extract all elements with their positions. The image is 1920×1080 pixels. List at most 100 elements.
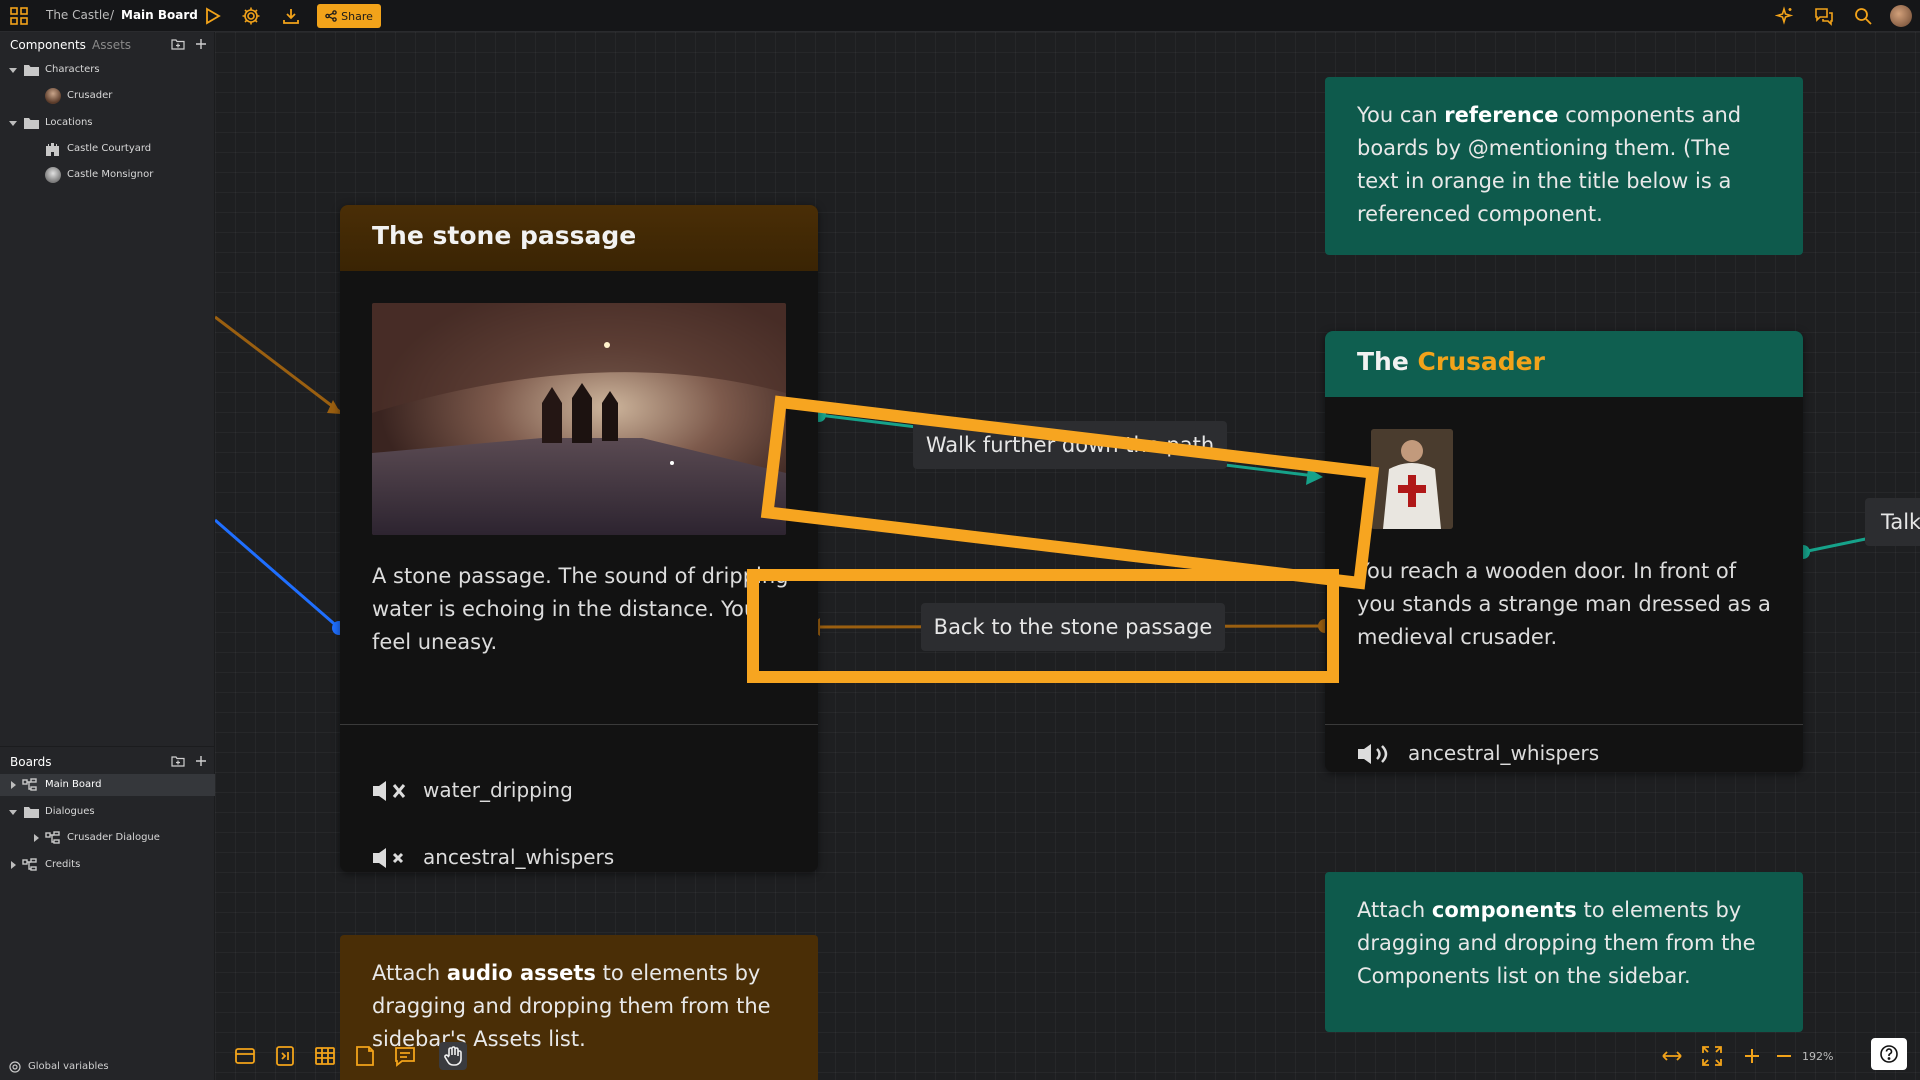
- add-comment-icon[interactable]: [393, 1044, 417, 1068]
- tab-assets[interactable]: Assets: [92, 38, 131, 52]
- sidebar-item-characters[interactable]: Characters: [0, 59, 215, 81]
- sidebar-item-label: Locations: [45, 117, 93, 128]
- sidebar-item-locations[interactable]: Locations: [0, 112, 215, 134]
- tab-components[interactable]: Components: [10, 38, 86, 52]
- card-description[interactable]: You reach a wooden door. In front of you…: [1357, 555, 1777, 654]
- breadcrumb-project[interactable]: The Castle: [46, 8, 110, 22]
- incoming-wire-orange: [215, 315, 341, 414]
- zoom-out-icon[interactable]: [1772, 1044, 1796, 1068]
- sidebar-item-label: Dialogues: [45, 806, 95, 817]
- audio-name: ancestral_whispers: [1408, 741, 1600, 765]
- sidebar-item-label: Main Board: [45, 779, 102, 790]
- chevron-right-icon[interactable]: [9, 861, 17, 869]
- help-button[interactable]: [1871, 1038, 1907, 1070]
- share-label: Share: [341, 9, 373, 23]
- audio-name: ancestral_whispers: [423, 845, 615, 869]
- chevron-down-icon[interactable]: [9, 119, 17, 127]
- sidebar: Components Assets Characters Crusader Lo…: [0, 32, 215, 1080]
- card-title[interactable]: The stone passage: [340, 205, 818, 271]
- board-canvas[interactable]: The stone passage A stone passage. The s…: [215, 32, 1920, 1080]
- note-text-bold: audio assets: [446, 961, 596, 985]
- comments-icon[interactable]: [1814, 6, 1834, 26]
- search-icon[interactable]: [1853, 6, 1873, 26]
- sidebar-item-crusader-dialogue[interactable]: Crusader Dialogue: [0, 827, 215, 849]
- global-variables-button[interactable]: Global variables: [0, 1054, 215, 1080]
- zoom-in-icon[interactable]: [1740, 1044, 1764, 1068]
- download-icon[interactable]: [281, 6, 301, 26]
- fullscreen-icon[interactable]: [1700, 1044, 1724, 1068]
- boards-title: Boards: [10, 755, 52, 769]
- variables-gear-icon: [8, 1060, 22, 1074]
- share-button[interactable]: Share: [317, 4, 381, 28]
- note-components[interactable]: Attach components to elements by draggin…: [1325, 872, 1803, 1032]
- card-title[interactable]: The Crusader: [1325, 331, 1803, 397]
- board-icon: [45, 831, 60, 845]
- new-folder-icon[interactable]: [171, 37, 185, 51]
- stone-passage-image: [372, 303, 786, 535]
- fit-width-icon[interactable]: [1660, 1044, 1684, 1068]
- crusader-portrait: [1371, 429, 1453, 529]
- sidebar-item-dialogues[interactable]: Dialogues: [0, 801, 215, 823]
- user-avatar[interactable]: [1890, 5, 1912, 27]
- add-node-icon[interactable]: [233, 1044, 257, 1068]
- chevron-down-icon[interactable]: [9, 66, 17, 74]
- breadcrumb-separator: /: [110, 8, 115, 22]
- audio-attachment-whispers[interactable]: ancestral_whispers: [1357, 741, 1757, 767]
- card-divider: [1325, 724, 1803, 725]
- note-text-pre: Attach: [372, 961, 441, 985]
- zoom-level[interactable]: 192%: [1802, 1050, 1833, 1063]
- card-description[interactable]: A stone passage. The sound of dripping w…: [372, 560, 790, 659]
- sidebar-item-credits[interactable]: Credits: [0, 854, 215, 876]
- board-icon: [22, 858, 37, 872]
- crusader-thumbnail: [45, 88, 61, 104]
- add-component-icon[interactable]: [194, 37, 208, 51]
- sidebar-item-label: Castle Courtyard: [67, 143, 152, 154]
- breadcrumb-board[interactable]: Main Board: [121, 8, 198, 22]
- title-component-reference[interactable]: Crusader: [1418, 347, 1545, 376]
- folder-icon: [24, 63, 39, 77]
- add-jump-icon[interactable]: [273, 1044, 297, 1068]
- sidebar-item-main-board[interactable]: Main Board: [0, 774, 215, 796]
- add-board-icon[interactable]: [194, 754, 208, 768]
- sidebar-item-castle-monsignor[interactable]: Castle Monsignor: [0, 164, 215, 186]
- audio-muted-icon[interactable]: [372, 780, 410, 802]
- highlight-back-connection: [747, 569, 1339, 683]
- incoming-wire-blue: [215, 518, 340, 630]
- pan-hand-icon[interactable]: [439, 1042, 467, 1070]
- help-icon: [1880, 1045, 1898, 1063]
- new-board-folder-icon[interactable]: [171, 754, 185, 768]
- sidebar-item-castle-courtyard[interactable]: Castle Courtyard: [0, 138, 215, 160]
- chevron-down-icon[interactable]: [9, 808, 17, 816]
- sidebar-item-label: Crusader: [67, 90, 113, 101]
- play-icon[interactable]: [202, 6, 222, 26]
- top-bar: The Castle / Main Board Share: [0, 0, 1920, 32]
- connection-label-talk[interactable]: Talk: [1865, 498, 1920, 546]
- monsignor-thumbnail: [45, 167, 61, 183]
- audio-playing-icon[interactable]: [1357, 743, 1395, 765]
- ai-sparkle-icon[interactable]: [1775, 6, 1795, 26]
- chevron-right-icon[interactable]: [9, 781, 17, 789]
- add-note-icon[interactable]: [353, 1044, 377, 1068]
- add-table-icon[interactable]: [313, 1044, 337, 1068]
- note-text-bold: components: [1431, 898, 1577, 922]
- note-reference[interactable]: You can reference components and boards …: [1325, 77, 1803, 255]
- sidebar-item-label: Characters: [45, 64, 100, 75]
- boards-header: Boards: [0, 746, 215, 775]
- sidebar-item-crusader[interactable]: Crusader: [0, 85, 215, 107]
- chevron-right-icon[interactable]: [32, 834, 40, 842]
- sidebar-item-label: Crusader Dialogue: [67, 832, 160, 843]
- settings-gear-icon[interactable]: [241, 6, 261, 26]
- note-text-pre: Attach: [1357, 898, 1426, 922]
- sidebar-item-label: Castle Monsignor: [67, 169, 154, 180]
- apps-grid-icon[interactable]: [9, 6, 29, 26]
- audio-attachment-whispers[interactable]: ancestral_whispers: [372, 845, 772, 871]
- folder-icon: [24, 805, 39, 819]
- crusader-card[interactable]: The Crusader You reach a wooden door. In…: [1325, 331, 1803, 772]
- folder-icon: [24, 116, 39, 130]
- stone-passage-card[interactable]: The stone passage A stone passage. The s…: [340, 205, 818, 872]
- audio-muted-icon[interactable]: [372, 847, 410, 869]
- audio-attachment-water[interactable]: water_dripping: [372, 778, 772, 804]
- share-icon: [325, 10, 337, 22]
- sidebar-item-label: Credits: [45, 859, 81, 870]
- audio-name: water_dripping: [423, 778, 573, 802]
